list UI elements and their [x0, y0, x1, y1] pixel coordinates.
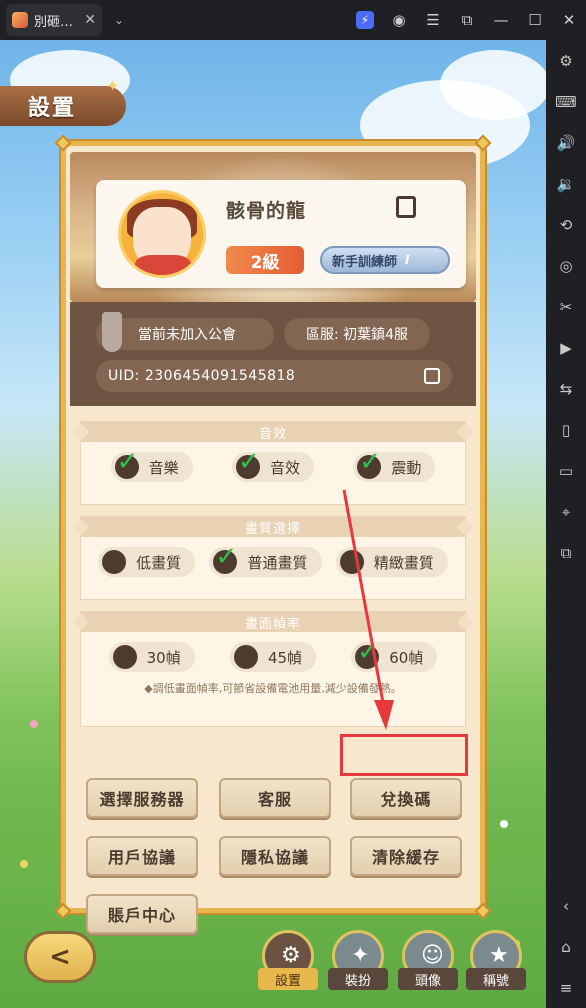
- scissors-icon[interactable]: ✂: [546, 286, 586, 327]
- home-icon[interactable]: ⌂: [546, 926, 586, 967]
- bolt-icon[interactable]: ⚡: [348, 0, 382, 40]
- account-icon[interactable]: ◉: [382, 0, 416, 40]
- nav-label: 設置: [258, 968, 318, 990]
- chevron-down-icon[interactable]: ⌄: [114, 13, 124, 27]
- game-viewport: 設置 ✦ 骸骨的龍 2級 新手訓練師 I 當前未加入公會 區服: 初葉鎮4服 U…: [0, 40, 546, 1008]
- nav-label: 稱號: [466, 968, 526, 990]
- volume-up-icon[interactable]: 🔊: [546, 122, 586, 163]
- app-tab[interactable]: 別砸… ✕: [6, 4, 102, 36]
- back-arrow-icon: <: [49, 942, 71, 972]
- screen-icon[interactable]: ⧉: [450, 0, 484, 40]
- keyboard-icon[interactable]: ⌨: [546, 81, 586, 122]
- nav-outfit[interactable]: ✦ 裝扮: [328, 930, 388, 992]
- folder-icon[interactable]: ▭: [546, 450, 586, 491]
- back-icon[interactable]: ‹: [546, 885, 586, 926]
- close-tab-icon[interactable]: ✕: [84, 12, 96, 28]
- volume-down-icon[interactable]: 🔉: [546, 163, 586, 204]
- badge-icon: ★: [489, 943, 509, 968]
- nav-label: 頭像: [398, 968, 458, 990]
- fps-icon[interactable]: ◎: [546, 245, 586, 286]
- settings-icon[interactable]: ⚙: [546, 40, 586, 81]
- nav-avatar[interactable]: ☺ 頭像: [398, 930, 458, 992]
- title-bar: 別砸… ✕ ⌄ ⚡ ◉ ☰ ⧉ — ☐ ✕: [0, 0, 586, 40]
- rotate-icon[interactable]: ⟲: [546, 204, 586, 245]
- nav-title[interactable]: ★ 稱號: [466, 930, 526, 992]
- share-icon[interactable]: ⇆: [546, 368, 586, 409]
- location-icon[interactable]: ⌖: [546, 491, 586, 532]
- nav-settings[interactable]: ⚙ 設置: [258, 930, 318, 992]
- recent-icon[interactable]: ≡: [546, 967, 586, 1008]
- minimize-icon[interactable]: —: [484, 0, 518, 40]
- app-tab-title: 別砸…: [34, 14, 74, 30]
- shake-icon[interactable]: ▯: [546, 409, 586, 450]
- record-icon[interactable]: ▶: [546, 327, 586, 368]
- app-icon: [12, 12, 28, 28]
- multi-instance-icon[interactable]: ⧉: [546, 532, 586, 573]
- gear-icon: ⚙: [281, 943, 301, 968]
- close-icon[interactable]: ✕: [552, 0, 586, 40]
- nav-label: 裝扮: [328, 968, 388, 990]
- frog-avatar-icon: ☺: [421, 943, 444, 968]
- outfit-icon: ✦: [351, 943, 370, 968]
- annotation-arrow: [342, 489, 394, 730]
- menu-icon[interactable]: ☰: [416, 0, 450, 40]
- emulator-sidebar: ⚙ ⌨ 🔊 🔉 ⟲ ◎ ✂ ▶ ⇆ ▯ ▭ ⌖ ⧉ ‹ ⌂ ≡: [546, 40, 586, 1008]
- maximize-icon[interactable]: ☐: [518, 0, 552, 40]
- back-button[interactable]: <: [24, 931, 96, 983]
